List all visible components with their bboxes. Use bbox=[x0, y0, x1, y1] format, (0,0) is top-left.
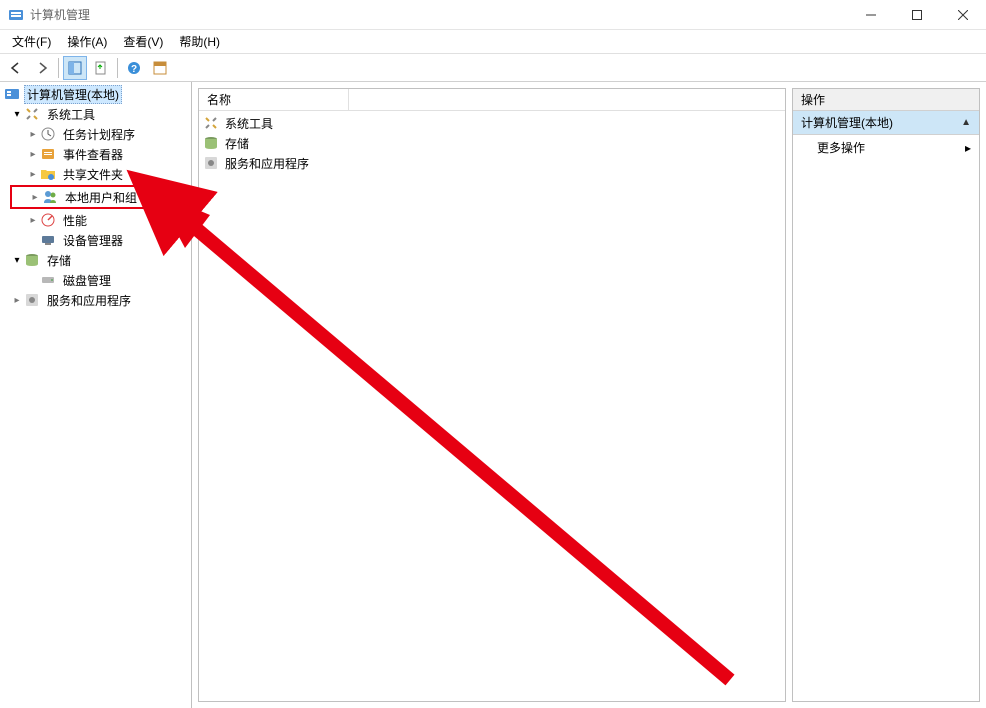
tree-label: 事件查看器 bbox=[60, 146, 126, 163]
expander-icon[interactable]: ▸ bbox=[10, 295, 24, 306]
menu-action[interactable]: 操作(A) bbox=[59, 31, 115, 52]
menu-file[interactable]: 文件(F) bbox=[4, 31, 59, 52]
tree-label: 服务和应用程序 bbox=[44, 292, 134, 309]
tree-item-performance[interactable]: ▸ 性能 bbox=[0, 210, 191, 230]
forward-button[interactable] bbox=[30, 56, 54, 80]
expander-icon[interactable]: ▸ bbox=[26, 129, 40, 140]
tree-pane[interactable]: 计算机管理(本地) ▾ 系统工具 ▸ 任务计划程序 ▸ bbox=[0, 82, 192, 708]
actions-group-title[interactable]: 计算机管理(本地) ▲ bbox=[793, 111, 979, 135]
maximize-button[interactable] bbox=[894, 0, 940, 29]
folder-share-icon bbox=[40, 166, 56, 182]
list-item-services-apps[interactable]: 服务和应用程序 bbox=[199, 153, 785, 173]
services-icon bbox=[24, 292, 40, 308]
toolbar-separator bbox=[58, 58, 59, 78]
submenu-arrow-icon: ▸ bbox=[965, 141, 971, 155]
list-header: 名称 bbox=[199, 89, 785, 111]
tree-item-computer-management[interactable]: 计算机管理(本地) bbox=[0, 84, 191, 104]
menu-help[interactable]: 帮助(H) bbox=[171, 31, 228, 52]
clock-icon bbox=[40, 126, 56, 142]
tools-icon bbox=[203, 115, 219, 131]
tree-label: 本地用户和组 bbox=[62, 189, 140, 206]
help-button[interactable]: ? bbox=[122, 56, 146, 80]
performance-icon bbox=[40, 212, 56, 228]
list-pane: 名称 系统工具 存储 服务和应用程序 bbox=[198, 88, 786, 702]
toolbar-separator bbox=[117, 58, 118, 78]
tools-icon bbox=[24, 106, 40, 122]
show-hide-tree-button[interactable] bbox=[63, 56, 87, 80]
tree-item-system-tools[interactable]: ▾ 系统工具 bbox=[0, 104, 191, 124]
list-item-label: 存储 bbox=[225, 135, 249, 152]
close-button[interactable] bbox=[940, 0, 986, 29]
list-item-storage[interactable]: 存储 bbox=[199, 133, 785, 153]
tree-label: 性能 bbox=[60, 212, 90, 229]
tree-label: 共享文件夹 bbox=[60, 166, 126, 183]
menubar: 文件(F) 操作(A) 查看(V) 帮助(H) bbox=[0, 30, 986, 54]
tree-label: 任务计划程序 bbox=[60, 126, 138, 143]
titlebar: 计算机管理 bbox=[0, 0, 986, 30]
actions-item-more[interactable]: 更多操作 ▸ bbox=[793, 135, 979, 160]
svg-text:?: ? bbox=[131, 64, 137, 75]
list-item-system-tools[interactable]: 系统工具 bbox=[199, 113, 785, 133]
expander-icon[interactable]: ▸ bbox=[26, 149, 40, 160]
minimize-button[interactable] bbox=[848, 0, 894, 29]
expander-icon[interactable]: ▸ bbox=[28, 192, 42, 203]
actions-item-label: 更多操作 bbox=[817, 139, 865, 156]
tree-label: 计算机管理(本地) bbox=[24, 85, 122, 104]
tree-label: 磁盘管理 bbox=[60, 272, 114, 289]
users-icon bbox=[42, 189, 58, 205]
list-body[interactable]: 系统工具 存储 服务和应用程序 bbox=[199, 111, 785, 701]
tree-item-shared-folders[interactable]: ▸ 共享文件夹 bbox=[0, 164, 191, 184]
export-list-button[interactable] bbox=[89, 56, 113, 80]
actions-group-label: 计算机管理(本地) bbox=[801, 114, 893, 131]
highlight-annotation: ▸ 本地用户和组 bbox=[10, 185, 187, 209]
toolbar: ? bbox=[0, 54, 986, 82]
column-header-name[interactable]: 名称 bbox=[199, 89, 349, 110]
expander-icon[interactable]: ▾ bbox=[10, 255, 24, 266]
tree-item-device-manager[interactable]: 设备管理器 bbox=[0, 230, 191, 250]
window-title: 计算机管理 bbox=[30, 6, 848, 23]
storage-icon bbox=[203, 135, 219, 151]
services-icon bbox=[203, 155, 219, 171]
expander-icon[interactable]: ▾ bbox=[10, 109, 24, 120]
tree-item-event-viewer[interactable]: ▸ 事件查看器 bbox=[0, 144, 191, 164]
list-item-label: 服务和应用程序 bbox=[225, 155, 309, 172]
expander-icon[interactable]: ▸ bbox=[26, 169, 40, 180]
properties-button[interactable] bbox=[148, 56, 172, 80]
tree-item-task-scheduler[interactable]: ▸ 任务计划程序 bbox=[0, 124, 191, 144]
list-item-label: 系统工具 bbox=[225, 115, 273, 132]
tree-item-disk-management[interactable]: 磁盘管理 bbox=[0, 270, 191, 290]
tree-label: 存储 bbox=[44, 252, 74, 269]
actions-pane: 操作 计算机管理(本地) ▲ 更多操作 ▸ bbox=[792, 88, 980, 702]
menu-view[interactable]: 查看(V) bbox=[115, 31, 171, 52]
collapse-icon[interactable]: ▲ bbox=[961, 117, 971, 128]
app-icon bbox=[8, 7, 24, 23]
tree-label: 系统工具 bbox=[44, 106, 98, 123]
tree-item-services-apps[interactable]: ▸ 服务和应用程序 bbox=[0, 290, 191, 310]
expander-icon[interactable]: ▸ bbox=[26, 215, 40, 226]
tree-item-storage[interactable]: ▾ 存储 bbox=[0, 250, 191, 270]
storage-icon bbox=[24, 252, 40, 268]
back-button[interactable] bbox=[4, 56, 28, 80]
disk-icon bbox=[40, 272, 56, 288]
tree-item-local-users-groups[interactable]: ▸ 本地用户和组 bbox=[12, 187, 185, 207]
computer-icon bbox=[4, 86, 20, 102]
tree-label: 设备管理器 bbox=[60, 232, 126, 249]
event-log-icon bbox=[40, 146, 56, 162]
device-icon bbox=[40, 232, 56, 248]
actions-pane-header: 操作 bbox=[793, 89, 979, 111]
